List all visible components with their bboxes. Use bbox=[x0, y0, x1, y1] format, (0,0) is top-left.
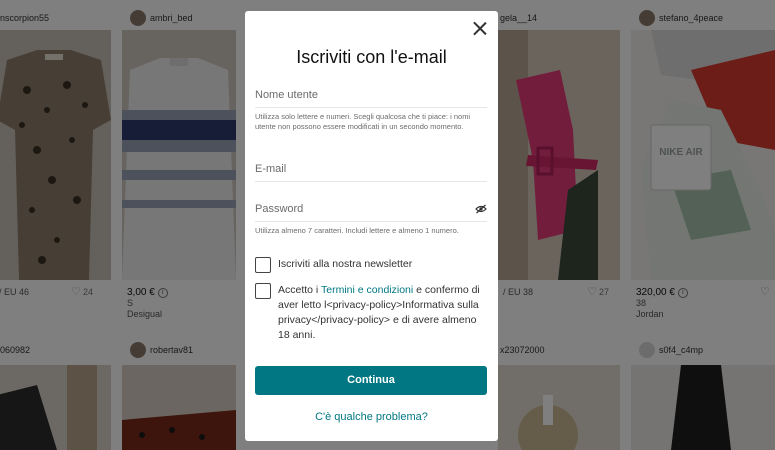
username-placeholder: Nome utente bbox=[255, 89, 318, 101]
signup-modal: Iscriviti con l'e-mail Nome utente Utili… bbox=[245, 11, 498, 441]
terms-checkbox[interactable] bbox=[255, 283, 271, 299]
email-placeholder: E-mail bbox=[255, 163, 287, 175]
newsletter-checkbox[interactable] bbox=[255, 257, 271, 273]
password-hint: Utilizza almeno 7 caratteri. Includi let… bbox=[255, 226, 459, 235]
username-field[interactable]: Nome utente bbox=[255, 84, 487, 108]
username-hint: Utilizza solo lettere e numeri. Scegli q… bbox=[255, 112, 471, 131]
continue-button[interactable]: Continua bbox=[255, 366, 487, 395]
terms-row[interactable]: Accetto i Termini e condizioni e conferm… bbox=[255, 283, 487, 343]
eye-off-icon[interactable] bbox=[475, 204, 487, 214]
terms-link[interactable]: Termini e condizioni bbox=[321, 284, 413, 296]
newsletter-row[interactable]: Iscriviti alla nostra newsletter bbox=[255, 257, 487, 273]
close-icon[interactable] bbox=[473, 21, 487, 35]
modal-title: Iscriviti con l'e-mail bbox=[296, 47, 447, 67]
password-field[interactable]: Password bbox=[255, 198, 487, 222]
terms-label: Accetto i Termini e condizioni e conferm… bbox=[278, 283, 487, 343]
help-link[interactable]: C'è qualche problema? bbox=[245, 411, 498, 423]
terms-prefix: Accetto i bbox=[278, 284, 321, 296]
email-field[interactable]: E-mail bbox=[255, 158, 487, 182]
newsletter-label[interactable]: Iscriviti alla nostra newsletter bbox=[278, 257, 412, 272]
password-placeholder: Password bbox=[255, 203, 304, 215]
